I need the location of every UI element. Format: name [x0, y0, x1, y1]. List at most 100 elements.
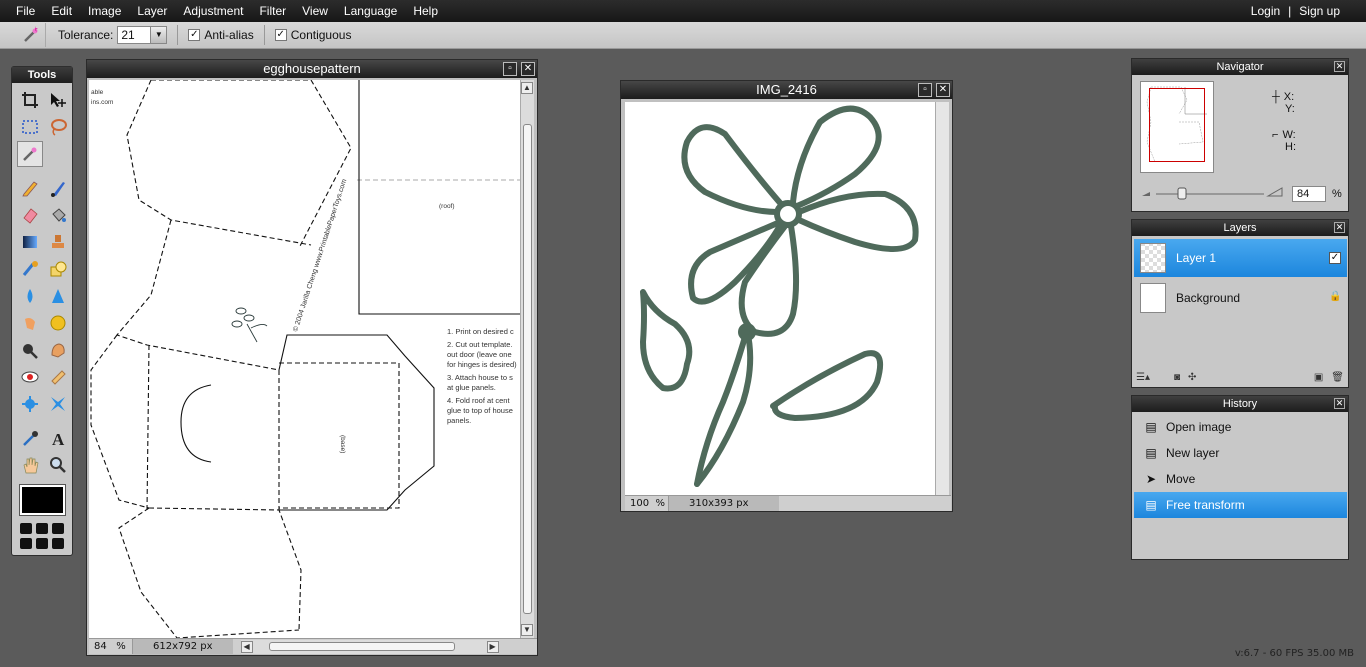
preset-swatch[interactable] — [52, 523, 64, 534]
close-icon[interactable]: ✕ — [1334, 61, 1345, 72]
lasso-icon[interactable] — [45, 114, 71, 140]
preset-swatch[interactable] — [52, 538, 64, 549]
document-icon: ▤ — [1145, 446, 1157, 460]
zoom-readout[interactable]: 84 % — [89, 639, 133, 654]
pencil-icon[interactable] — [17, 175, 43, 201]
horizontal-scrollbar[interactable]: ◀ ▶ — [240, 639, 499, 654]
dodge-icon[interactable] — [17, 337, 43, 363]
burn-icon[interactable] — [45, 337, 71, 363]
smudge-icon[interactable] — [17, 310, 43, 336]
scroll-up-icon[interactable]: ▲ — [521, 82, 533, 94]
pinch-icon[interactable] — [45, 391, 71, 417]
magic-wand-tool-icon[interactable] — [17, 141, 43, 167]
instruction-line: 1. Print on desired c — [447, 327, 514, 336]
type-icon[interactable]: A — [45, 425, 71, 451]
sponge-icon[interactable] — [45, 310, 71, 336]
login-link[interactable]: Login — [1247, 0, 1284, 22]
paint-bucket-icon[interactable] — [45, 202, 71, 228]
history-item-selected[interactable]: ▤ Free transform — [1134, 492, 1347, 518]
close-icon[interactable]: ✕ — [1334, 398, 1345, 409]
preset-swatch[interactable] — [36, 538, 48, 549]
tolerance-value: 21 — [121, 28, 135, 42]
signup-link[interactable]: Sign up — [1295, 0, 1344, 22]
window-titlebar[interactable]: IMG_2416 ▫ ✕ — [621, 81, 952, 99]
menu-file[interactable]: File — [0, 0, 43, 22]
tool-spacer — [17, 168, 71, 174]
eraser-icon[interactable] — [17, 202, 43, 228]
layers-toolbar: ☰▴ ◙ ✣ ▣ 🗑 — [1136, 369, 1344, 385]
spot-heal-icon[interactable] — [45, 364, 71, 390]
menu-adjustment[interactable]: Adjustment — [175, 0, 251, 22]
history-item[interactable]: ▤ Open image — [1134, 414, 1347, 440]
history-item[interactable]: ▤ New layer — [1134, 440, 1347, 466]
chevron-down-icon[interactable]: ▼ — [150, 27, 167, 43]
scroll-right-icon[interactable]: ▶ — [486, 640, 499, 653]
menu-help[interactable]: Help — [405, 0, 446, 22]
brush-icon[interactable] — [45, 175, 71, 201]
checkmark-icon[interactable]: ✓ — [274, 29, 287, 41]
gradient-icon[interactable] — [17, 229, 43, 255]
navigator-thumbnail[interactable] — [1140, 81, 1214, 173]
menu-language[interactable]: Language — [336, 0, 405, 22]
zoom-input[interactable]: 84 — [1292, 186, 1326, 202]
layer-row-layer-1[interactable]: Layer 1 ✓ — [1134, 239, 1347, 277]
scroll-left-icon[interactable]: ◀ — [240, 640, 253, 653]
maximize-icon[interactable]: ▫ — [918, 83, 932, 97]
new-layer-icon[interactable]: ▣ — [1314, 372, 1323, 383]
close-icon[interactable]: ✕ — [936, 83, 950, 97]
blur-icon[interactable] — [17, 283, 43, 309]
options-divider — [177, 25, 179, 45]
preset-swatch[interactable] — [20, 523, 32, 534]
close-icon[interactable]: ✕ — [521, 62, 535, 76]
close-icon[interactable]: ✕ — [1334, 222, 1345, 233]
marquee-icon[interactable] — [17, 114, 43, 140]
move-icon: ➤ — [1145, 472, 1157, 486]
vertical-scroll-thumb[interactable] — [523, 124, 532, 614]
scroll-down-icon[interactable]: ▼ — [521, 624, 533, 636]
document-canvas[interactable] — [625, 102, 935, 495]
red-eye-icon[interactable] — [17, 364, 43, 390]
menu-view[interactable]: View — [294, 0, 336, 22]
window-titlebar[interactable]: egghousepattern ▫ ✕ — [87, 60, 537, 78]
layer-styles-icon[interactable]: ✣ — [1188, 372, 1196, 383]
document-canvas[interactable]: able ins.com (roof) (base) © 2004 Jarill… — [89, 80, 520, 638]
hand-icon[interactable] — [17, 452, 43, 478]
layer-settings-icon[interactable]: ☰▴ — [1136, 372, 1150, 383]
menu-layer[interactable]: Layer — [129, 0, 175, 22]
trash-icon[interactable]: 🗑 — [1331, 372, 1344, 383]
antialias-checkbox[interactable]: ✓ Anti-alias — [188, 28, 254, 42]
history-item[interactable]: ➤ Move — [1134, 466, 1347, 492]
zoom-icon[interactable] — [45, 452, 71, 478]
tolerance-select[interactable]: 21 ▼ — [117, 26, 168, 44]
vertical-scrollbar[interactable]: ▲ ▼ — [520, 80, 534, 638]
svg-text:A: A — [52, 430, 65, 447]
horizontal-scroll-thumb[interactable] — [268, 641, 455, 651]
maximize-icon[interactable]: ▫ — [503, 62, 517, 76]
menu-image[interactable]: Image — [80, 0, 129, 22]
document-window-img2416[interactable]: IMG_2416 ▫ ✕ 100 % 310x393 px — [620, 80, 953, 512]
navigator-view-rect[interactable] — [1149, 88, 1205, 162]
sharpen-icon[interactable] — [45, 283, 71, 309]
foreground-color-swatch[interactable] — [19, 484, 66, 516]
bloat-icon[interactable] — [17, 391, 43, 417]
layer-row-background[interactable]: Background 🔒 — [1134, 279, 1347, 317]
crop-icon[interactable] — [17, 87, 43, 113]
move-icon[interactable] — [45, 87, 71, 113]
document-status-bar: 100 % 310x393 px — [625, 495, 951, 511]
flower-drawing — [640, 105, 919, 487]
preset-swatch[interactable] — [36, 523, 48, 534]
zoom-readout[interactable]: 100 % — [625, 496, 669, 511]
color-picker-icon[interactable] — [17, 425, 43, 451]
document-window-egghousepattern[interactable]: egghousepattern ▫ ✕ able ins.com (roof) … — [86, 59, 538, 656]
crosshair-icon: ┼ — [1272, 91, 1280, 103]
preset-swatch[interactable] — [20, 538, 32, 549]
drawing-shapes-icon[interactable] — [45, 256, 71, 282]
menu-edit[interactable]: Edit — [43, 0, 80, 22]
layer-mask-icon[interactable]: ◙ — [1174, 372, 1180, 383]
visibility-checkbox-icon[interactable]: ✓ — [1329, 252, 1341, 264]
contiguous-checkbox[interactable]: ✓ Contiguous — [274, 28, 351, 42]
clone-stamp-icon[interactable] — [45, 229, 71, 255]
color-replace-icon[interactable] — [17, 256, 43, 282]
menu-filter[interactable]: Filter — [251, 0, 294, 22]
checkmark-icon[interactable]: ✓ — [188, 29, 201, 41]
